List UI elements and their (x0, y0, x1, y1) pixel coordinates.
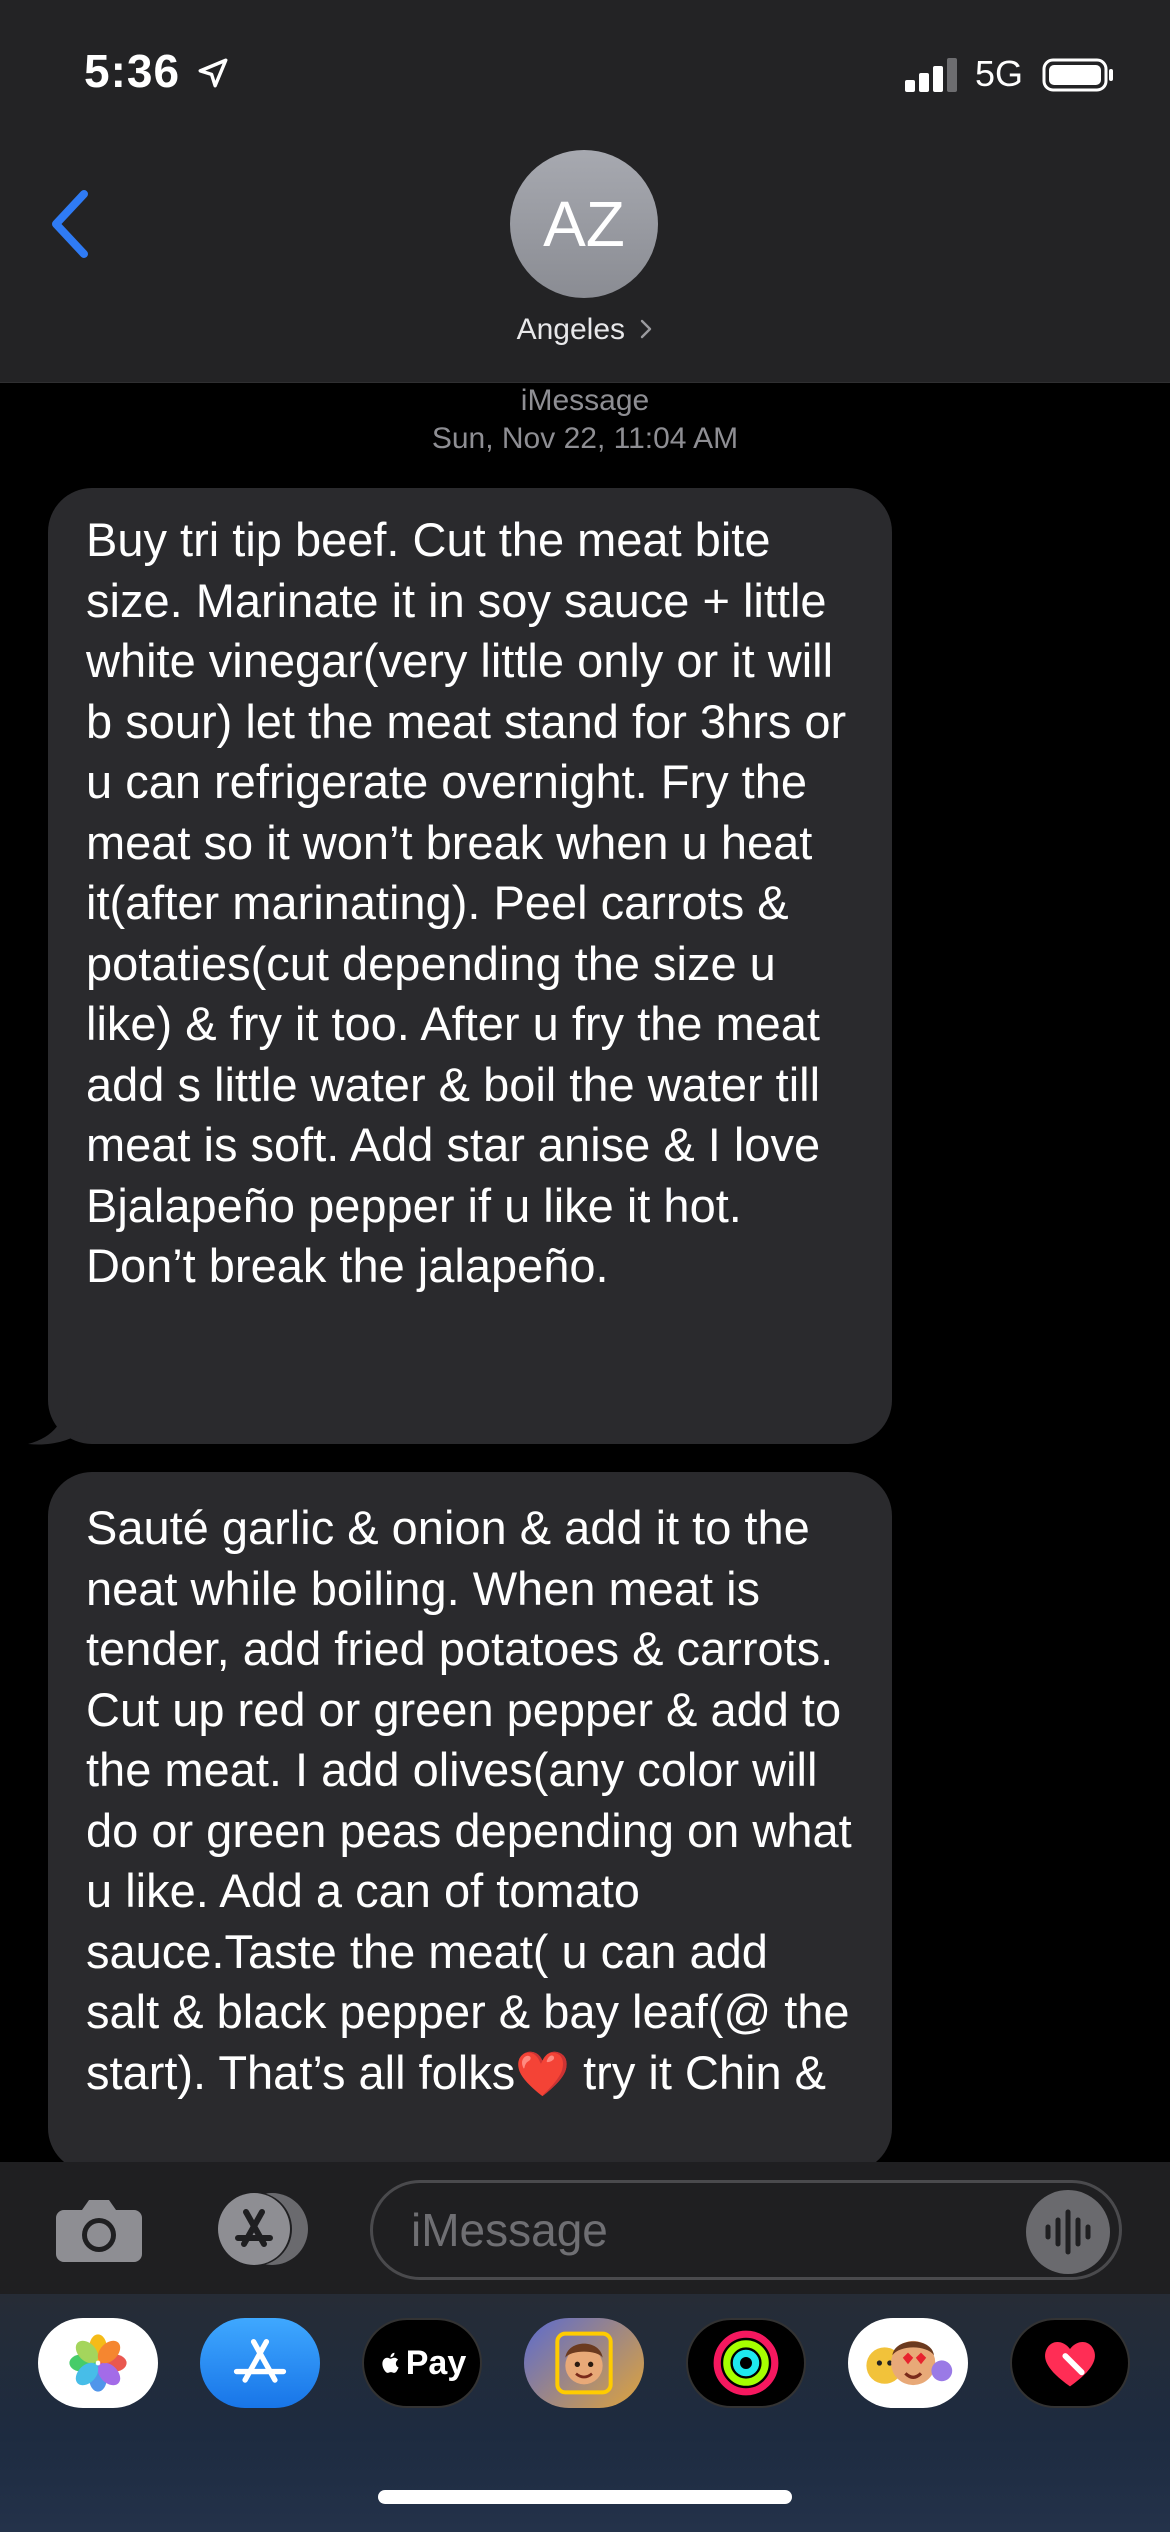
home-indicator[interactable] (378, 2490, 792, 2504)
message-composer-bar (0, 2162, 1170, 2294)
camera-icon[interactable] (52, 2192, 146, 2266)
app-store-icon[interactable] (200, 2318, 320, 2408)
digital-touch-icon[interactable] (1010, 2318, 1130, 2408)
apple-pay-icon[interactable]: Pay (362, 2318, 482, 2408)
message-text-continued: try it Chin & (570, 2045, 826, 2099)
message-text: Sauté garlic & onion & add it to the nea… (86, 1501, 852, 2099)
waveform-icon (1045, 2209, 1091, 2255)
network-type: 5G (975, 53, 1024, 94)
memoji-face-icon (555, 2331, 613, 2395)
location-arrow-icon (198, 58, 228, 88)
activity-rings-icon (713, 2330, 779, 2396)
back-chevron-icon[interactable] (46, 186, 96, 262)
app-store-apps-icon[interactable] (210, 2190, 316, 2268)
message-bubble[interactable]: Sauté garlic & onion & add it to the nea… (48, 1472, 892, 2172)
memoji-icon[interactable] (524, 2318, 644, 2408)
heart-emoji: ❤️ (515, 2048, 571, 2100)
conversation-header: 5:36 5G AZ Angeles (0, 0, 1170, 383)
chevron-right-icon (641, 319, 652, 339)
cellular-signal-icon (905, 58, 963, 92)
apple-logo-icon (382, 2352, 399, 2373)
app-store-a-icon (233, 2339, 287, 2383)
photos-app-icon[interactable] (38, 2318, 158, 2408)
battery-icon (1042, 58, 1113, 92)
avatar-initials: AZ (543, 188, 625, 260)
heart-touch-icon (1045, 2342, 1095, 2387)
memoji-stickers-icon[interactable] (848, 2318, 968, 2408)
photos-flower-icon (69, 2334, 127, 2392)
message-bubble[interactable]: Buy tri tip beef. Cut the meat bite size… (48, 488, 892, 1444)
contact-avatar[interactable]: AZ (510, 150, 658, 298)
audio-message-button[interactable] (1026, 2190, 1110, 2274)
message-input[interactable] (370, 2180, 1122, 2280)
activity-icon[interactable] (686, 2318, 806, 2408)
contact-name: Angeles (516, 313, 626, 346)
sticker-faces-icon (866, 2340, 953, 2386)
service-label: iMessage (520, 384, 650, 417)
message-timestamp: Sun, Nov 22, 11:04 AM (431, 422, 739, 455)
thread-info: iMessage Sun, Nov 22, 11:04 AM (0, 382, 1170, 458)
contact-name-button[interactable]: Angeles (0, 313, 1170, 347)
status-time: 5:36 (84, 45, 181, 97)
apple-pay-label: Pay (405, 2343, 467, 2382)
bubble-tail (28, 1386, 92, 1445)
